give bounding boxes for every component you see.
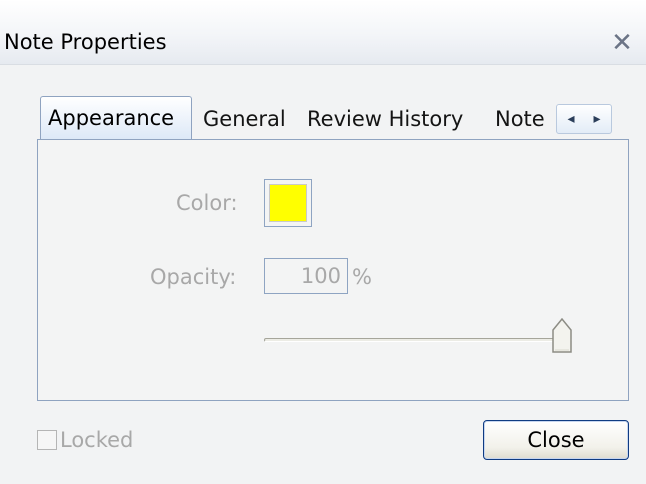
appearance-panel: Color: Opacity: 100 % [37, 139, 629, 401]
locked-label: Locked [60, 428, 134, 452]
locked-checkbox[interactable] [37, 430, 57, 450]
tab-appearance[interactable]: Appearance [40, 96, 192, 140]
slider-track [264, 338, 572, 342]
opacity-slider[interactable] [264, 318, 586, 354]
note-properties-dialog: Note Properties ✕ Appearance General Rev… [0, 0, 646, 484]
opacity-unit: % [352, 265, 372, 289]
scroll-left-icon[interactable]: ◂ [557, 105, 585, 133]
color-picker-button[interactable] [264, 179, 312, 227]
close-icon[interactable]: ✕ [609, 30, 635, 56]
tab-note[interactable]: Note [495, 98, 553, 140]
window-title: Note Properties [4, 30, 167, 54]
tab-review-history[interactable]: Review History [307, 98, 463, 140]
opacity-input[interactable]: 100 [264, 258, 348, 294]
opacity-label: Opacity: [150, 265, 237, 289]
color-swatch [269, 184, 307, 222]
tab-general[interactable]: General [203, 98, 286, 140]
tab-scroll-buttons: ◂ ▸ [556, 104, 612, 134]
slider-thumb[interactable] [551, 318, 573, 354]
color-label: Color: [176, 191, 238, 215]
scroll-right-icon[interactable]: ▸ [583, 105, 611, 133]
close-button[interactable]: Close [483, 420, 629, 460]
title-bar: Note Properties ✕ [0, 0, 646, 65]
